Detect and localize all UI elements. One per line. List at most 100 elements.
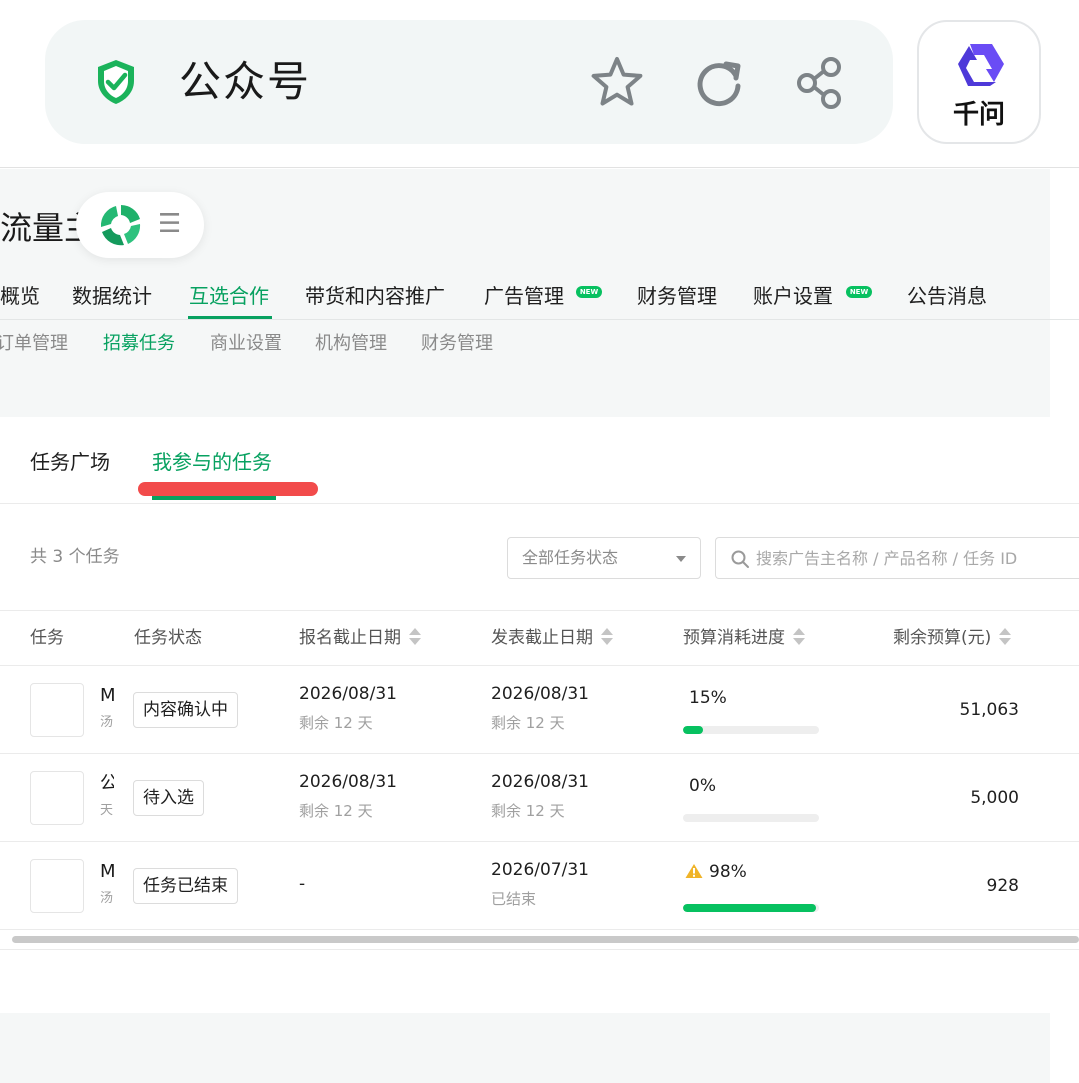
publish-deadline: 2026/08/31 bbox=[491, 684, 589, 704]
nav-item-account-settings[interactable]: 账户设置 bbox=[753, 282, 833, 310]
nav-item-mutual-selection[interactable]: 互选合作 bbox=[189, 282, 269, 310]
column-header-status: 任务状态 bbox=[134, 626, 202, 650]
floating-app-pill[interactable]: ☰ bbox=[76, 192, 204, 258]
subnav-item-orders[interactable]: 订单管理 bbox=[0, 330, 68, 358]
progress-bar-fill bbox=[683, 726, 704, 734]
signup-remaining: 剩余 12 天 bbox=[299, 714, 373, 732]
nav-item-overview[interactable]: 概览 bbox=[0, 282, 40, 310]
task-advertiser: 汤 bbox=[100, 891, 114, 906]
nav-item-ad-management[interactable]: 广告管理 bbox=[484, 282, 564, 310]
progress-bar bbox=[683, 726, 819, 734]
publish-deadline: 2026/08/31 bbox=[491, 772, 589, 792]
progress-percent: 0% bbox=[689, 774, 716, 798]
progress-percent: 15% bbox=[689, 686, 727, 710]
task-name-cell[interactable]: 公 天 bbox=[100, 772, 114, 828]
publish-remaining: 剩余 12 天 bbox=[491, 714, 565, 732]
status-filter-select[interactable]: 全部任务状态 bbox=[507, 537, 701, 579]
sort-icon[interactable] bbox=[601, 628, 613, 646]
task-count: 共 3 个任务 bbox=[30, 547, 120, 567]
browser-top-bar: 公众号 千问 bbox=[0, 0, 1079, 168]
task-tabs: 任务广场 我参与的任务 bbox=[0, 418, 1079, 504]
column-header-task: 任务 bbox=[30, 626, 64, 650]
progress-percent-text: 98% bbox=[709, 862, 747, 882]
new-badge: NEW bbox=[846, 286, 872, 298]
column-header-remaining-budget[interactable]: 剩余预算(元) bbox=[893, 626, 1012, 650]
qwen-logo-icon bbox=[958, 44, 1004, 86]
table-row[interactable]: M 汤 任务已结束 - 2026/07/31 已结束 98% 928 bbox=[0, 842, 1079, 930]
tab-my-tasks[interactable]: 我参与的任务 bbox=[152, 448, 272, 476]
progress-bar bbox=[683, 904, 819, 912]
nav-item-announcements[interactable]: 公告消息 bbox=[907, 282, 987, 310]
table-header: 任务 任务状态 报名截止日期 发表截止日期 预算消耗进度 剩余预算(元) bbox=[0, 610, 1079, 666]
column-header-label: 任务 bbox=[30, 628, 64, 648]
menu-icon[interactable]: ☰ bbox=[158, 208, 181, 240]
column-header-label: 报名截止日期 bbox=[299, 628, 401, 648]
new-badge: NEW bbox=[576, 286, 602, 298]
task-name-cell[interactable]: M 汤 bbox=[100, 860, 114, 916]
signup-remaining: 剩余 12 天 bbox=[299, 802, 373, 820]
signup-deadline: - bbox=[299, 874, 306, 894]
status-badge: 任务已结束 bbox=[133, 868, 238, 904]
column-header-label: 任务状态 bbox=[134, 628, 202, 648]
tab-task-square[interactable]: 任务广场 bbox=[30, 448, 110, 476]
column-header-signup-deadline[interactable]: 报名截止日期 bbox=[299, 626, 421, 650]
task-thumbnail bbox=[30, 859, 84, 913]
task-name: M bbox=[100, 685, 114, 706]
card-divider bbox=[0, 949, 1079, 950]
signup-deadline: 2026/08/31 bbox=[299, 684, 397, 704]
column-header-label: 剩余预算(元) bbox=[893, 628, 992, 648]
signup-deadline: 2026/08/31 bbox=[299, 772, 397, 792]
wechat-channels-logo-icon bbox=[100, 205, 141, 246]
task-advertiser: 天 bbox=[100, 803, 114, 818]
sort-icon[interactable] bbox=[999, 628, 1012, 646]
remaining-budget: 51,063 bbox=[959, 700, 1019, 720]
table-row[interactable]: M 汤 内容确认中 2026/08/31 剩余 12 天 2026/08/31 … bbox=[0, 666, 1079, 754]
site-title: 公众号 bbox=[179, 57, 312, 106]
column-header-budget-progress[interactable]: 预算消耗进度 bbox=[683, 626, 805, 650]
nav-item-data-stats[interactable]: 数据统计 bbox=[72, 282, 152, 310]
main-nav: 概览 数据统计 互选合作 带货和内容推广 广告管理 NEW 财务管理 账户设置 … bbox=[0, 270, 1079, 320]
star-icon[interactable] bbox=[588, 54, 646, 112]
tab-active-indicator bbox=[152, 496, 276, 500]
publish-remaining: 剩余 12 天 bbox=[491, 802, 565, 820]
subnav-item-agency[interactable]: 机构管理 bbox=[315, 330, 387, 358]
page-footer-area bbox=[0, 1013, 1050, 1083]
nav-active-indicator bbox=[188, 316, 272, 319]
search-icon bbox=[731, 550, 749, 568]
task-thumbnail bbox=[30, 683, 84, 737]
qwen-assistant-button[interactable]: 千问 bbox=[917, 20, 1041, 144]
progress-bar-fill bbox=[683, 904, 817, 912]
subnav-item-recruit-tasks[interactable]: 招募任务 bbox=[103, 330, 175, 358]
qwen-label: 千问 bbox=[952, 100, 1005, 130]
status-filter-value: 全部任务状态 bbox=[522, 548, 619, 567]
progress-percent-text: 15% bbox=[689, 688, 727, 708]
status-badge: 待入选 bbox=[133, 780, 204, 816]
nav-item-finance[interactable]: 财务管理 bbox=[637, 282, 717, 310]
progress-percent: 98% bbox=[685, 860, 747, 884]
subnav-item-business-settings[interactable]: 商业设置 bbox=[210, 330, 282, 358]
chevron-down-icon bbox=[676, 556, 686, 562]
horizontal-scrollbar[interactable] bbox=[12, 936, 1079, 943]
task-card: 任务广场 我参与的任务 共 3 个任务 全部任务状态 任务 任务状态 报名截止日… bbox=[0, 418, 1079, 950]
table-row[interactable]: 公 天 待入选 2026/08/31 剩余 12 天 2026/08/31 剩余… bbox=[0, 754, 1079, 842]
task-name: 公 bbox=[100, 773, 114, 794]
publish-deadline: 2026/07/31 bbox=[491, 860, 589, 880]
shield-check-icon bbox=[98, 60, 134, 104]
subnav-item-finance[interactable]: 财务管理 bbox=[421, 330, 493, 358]
task-thumbnail bbox=[30, 771, 84, 825]
task-advertiser: 汤 bbox=[100, 715, 114, 730]
remaining-budget: 928 bbox=[986, 876, 1019, 896]
column-header-publish-deadline[interactable]: 发表截止日期 bbox=[491, 626, 613, 650]
nav-item-commerce-promotion[interactable]: 带货和内容推广 bbox=[305, 282, 445, 310]
sort-icon[interactable] bbox=[793, 628, 805, 646]
task-name: M bbox=[100, 861, 114, 882]
share-icon[interactable] bbox=[791, 54, 849, 112]
remaining-budget: 5,000 bbox=[970, 788, 1019, 808]
search-box[interactable] bbox=[715, 537, 1079, 579]
address-bar[interactable]: 公众号 bbox=[45, 20, 893, 144]
reload-icon[interactable] bbox=[690, 54, 748, 112]
search-input[interactable] bbox=[756, 544, 1076, 572]
warning-icon bbox=[685, 864, 703, 878]
sort-icon[interactable] bbox=[409, 628, 421, 646]
task-name-cell[interactable]: M 汤 bbox=[100, 684, 114, 740]
